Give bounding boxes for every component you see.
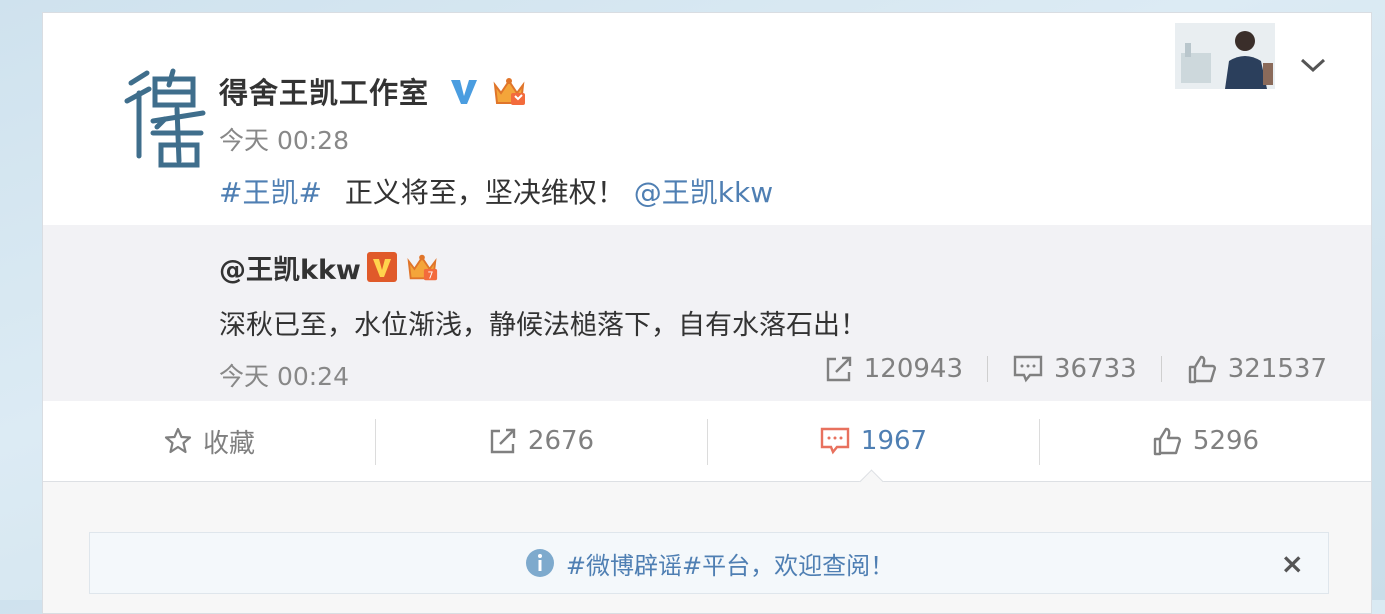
comment-icon (1013, 355, 1043, 383)
retweet-comment[interactable]: 36733 (1012, 354, 1137, 384)
rumor-notice-bar[interactable]: #微博辟谣#平台，欢迎查阅！ × (89, 532, 1329, 594)
user-avatar-thumbnail[interactable] (1175, 23, 1275, 89)
comment-button[interactable]: 1967 (707, 401, 1039, 481)
like-button[interactable]: 5296 (1039, 401, 1371, 481)
share-icon (826, 356, 851, 382)
weibo-post-card: 得舍王凯工作室 今天 00:28 #王凯# 正义将至，坚决维权！ @王凯kkw … (42, 12, 1372, 614)
mention-link[interactable]: @王凯kkw (634, 176, 773, 209)
info-icon (525, 549, 554, 577)
comment-count: 1967 (860, 426, 928, 456)
share-icon (490, 428, 516, 454)
svg-text:7: 7 (427, 270, 433, 281)
like-icon (1188, 355, 1216, 384)
chevron-down-icon[interactable] (1299, 55, 1327, 75)
retweet-comment-count: 36733 (1054, 354, 1137, 384)
retweet-time[interactable]: 今天 00:24 (219, 357, 349, 393)
retweet-block: @王凯kkw 7 深秋已至，水位渐浅，静候法槌落下，自有水落石出！ 今天 00:… (43, 225, 1371, 401)
crown-badge-icon[interactable]: 7 (403, 250, 441, 284)
repost-count: 2676 (527, 426, 595, 456)
action-bar: 收藏 2676 1967 5296 (43, 401, 1371, 482)
author-row: 得舍王凯工作室 (219, 71, 529, 111)
post-time[interactable]: 今天 00:28 (219, 121, 349, 157)
retweet-author-row: @王凯kkw 7 (219, 247, 441, 287)
crown-badge-icon[interactable] (489, 73, 529, 109)
retweet-like[interactable]: 321537 (1186, 353, 1327, 385)
retweet-author-name[interactable]: @王凯kkw (219, 248, 361, 287)
notice-text[interactable]: #微博辟谣#平台，欢迎查阅！ (566, 546, 894, 581)
retweet-text: 深秋已至，水位渐浅，静候法槌落下，自有水落石出！ (219, 310, 867, 341)
repost-button[interactable]: 2676 (375, 401, 707, 481)
author-avatar[interactable] (113, 61, 213, 171)
verified-icon (366, 252, 397, 282)
close-icon[interactable]: × (1281, 547, 1304, 580)
retweet-repost[interactable]: 120943 (824, 354, 963, 384)
like-count: 5296 (1192, 426, 1260, 456)
favorite-label: 收藏 (202, 428, 255, 459)
favorite-button[interactable]: 收藏 (43, 401, 375, 481)
comment-icon (820, 427, 850, 455)
retweet-like-count: 321537 (1227, 354, 1327, 384)
verified-icon (451, 80, 478, 104)
retweet-stats: 120943 36733 321537 (824, 353, 1327, 385)
like-icon (1153, 427, 1181, 456)
comment-section: #微博辟谣#平台，欢迎查阅！ × (43, 482, 1371, 613)
author-name[interactable]: 得舍王凯工作室 (219, 70, 429, 112)
divider (1160, 356, 1162, 382)
divider (987, 356, 989, 382)
retweet-repost-count: 120943 (863, 354, 964, 384)
post-content: #王凯# 正义将至，坚决维权！ @王凯kkw (219, 171, 773, 211)
star-icon (164, 427, 192, 454)
hashtag-link[interactable]: #王凯# (219, 176, 322, 209)
post-text: 正义将至，坚决维权！ (344, 176, 625, 209)
